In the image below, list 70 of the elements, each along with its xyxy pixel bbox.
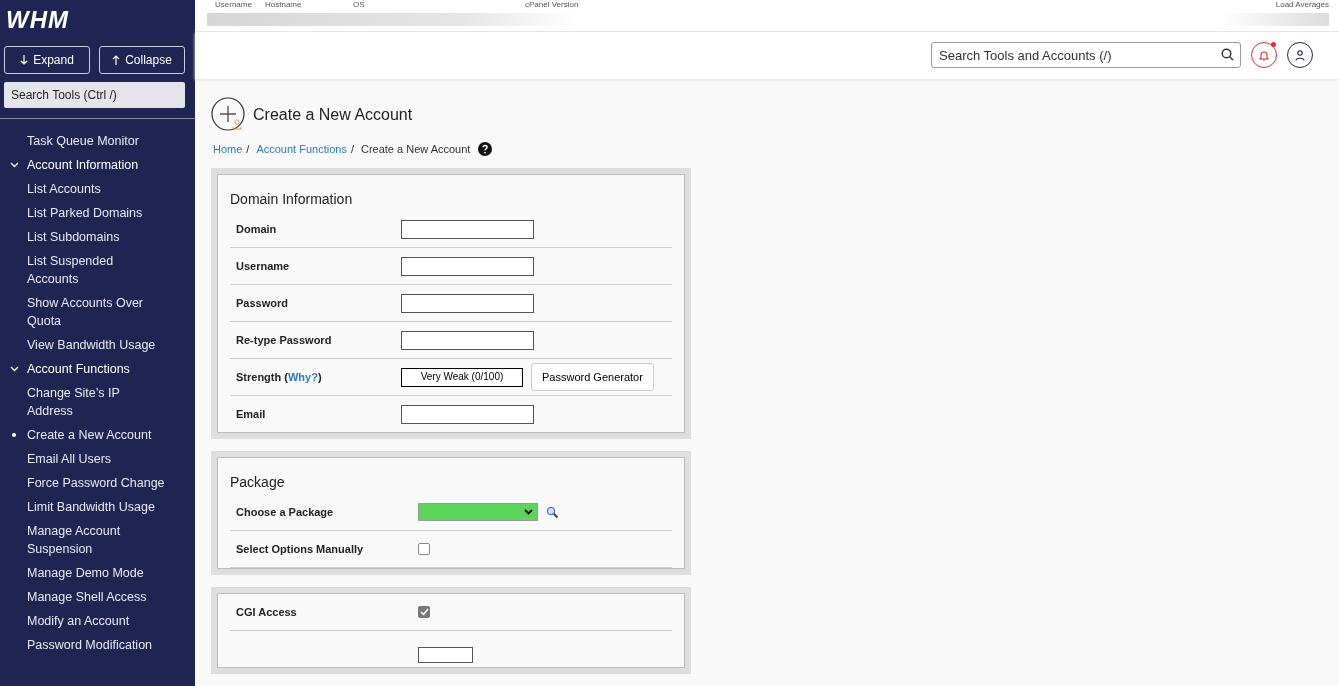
nav-item[interactable]: Create a New Account (0, 423, 175, 447)
nav-item[interactable]: Password Modification (0, 633, 175, 657)
field-label: Re-type Password (235, 334, 333, 346)
text-field[interactable] (418, 647, 473, 663)
nav-item[interactable]: List Suspended Accounts (0, 249, 175, 291)
nav-item[interactable]: View Bandwidth Usage (0, 333, 175, 357)
search-icon (1221, 48, 1234, 62)
section-title: Package (230, 474, 286, 490)
user-icon (1295, 49, 1305, 61)
nav-item[interactable]: List Accounts (0, 177, 175, 201)
user-button[interactable] (1287, 42, 1313, 69)
section-title: Domain Information (230, 191, 354, 207)
nav-group[interactable]: Account Functions (0, 357, 195, 381)
nav-item[interactable]: List Parked Domains (0, 201, 175, 225)
checkbox[interactable] (418, 543, 430, 555)
info-label: Username (215, 0, 252, 9)
field-label: Username (235, 260, 291, 272)
field-label: CGI Access (235, 606, 298, 618)
arrow-up-icon (112, 55, 121, 65)
password-generator-button[interactable]: Password Generator (531, 363, 654, 391)
breadcrumb-link[interactable]: Account Functions (256, 143, 347, 155)
field-label: Email (235, 408, 267, 420)
nav-item[interactable]: Force Password Change (0, 471, 175, 495)
field-label: Select Options Manually (235, 543, 365, 555)
text-field[interactable] (401, 293, 534, 313)
search-field[interactable]: Search Tools and Accounts (/) (931, 42, 1241, 69)
nav-item[interactable]: Modify an Account (0, 609, 175, 633)
field-label: Choose a Package (235, 506, 335, 518)
info-label: Hostname (265, 0, 302, 9)
nav-item[interactable]: Email All Users (0, 447, 175, 471)
search-field[interactable]: Search Tools (Ctrl /) (4, 82, 185, 108)
nav-item[interactable]: Manage Shell Access (0, 585, 175, 609)
magnifier-icon[interactable] (546, 505, 559, 519)
nav-group-label: Account Functions (27, 361, 130, 378)
breadcrumb-separator: / (350, 143, 354, 155)
field-label: Domain (235, 223, 278, 235)
nav-item[interactable]: Manage Demo Mode (0, 561, 175, 585)
text-field[interactable] (401, 404, 534, 424)
field-label: Password (235, 297, 289, 309)
bell-icon (1259, 49, 1269, 61)
info-label: OS (353, 0, 365, 9)
strength-meter: Very Weak (0/100) (401, 367, 523, 387)
expand-button[interactable]: Expand (4, 46, 90, 74)
breadcrumb-link[interactable]: Home (213, 143, 243, 155)
nav-item[interactable]: Task Queue Monitor (0, 129, 175, 153)
nav-group[interactable]: Account Information (0, 153, 195, 177)
breadcrumb-current: Create a New Account (360, 143, 471, 155)
info-label: Load Averages (1275, 0, 1329, 9)
nav-item[interactable]: List Subdomains (0, 225, 175, 249)
notifications-button[interactable] (1251, 42, 1277, 69)
field-label: Strength (Why?) (235, 371, 323, 383)
text-field[interactable] (401, 219, 534, 239)
nav-item[interactable]: Show Accounts Over Quota (0, 291, 175, 333)
text-field[interactable] (401, 256, 534, 276)
nav-item[interactable]: Change Site’s IP Address (0, 381, 175, 423)
page-title: Create a New Account (253, 106, 413, 124)
text-field[interactable] (401, 330, 534, 350)
nav-item[interactable]: Manage Account Suspension (0, 519, 175, 561)
info-label: cPanel Version (525, 0, 579, 9)
logo: WHM (5, 5, 70, 35)
help-icon[interactable] (478, 142, 493, 156)
add-account-icon (211, 97, 247, 133)
arrow-down-icon (20, 55, 29, 65)
nav-item[interactable]: Limit Bandwidth Usage (0, 495, 175, 519)
collapse-button[interactable]: Collapse (99, 46, 185, 74)
nav-group-label: Account Information (27, 157, 139, 174)
why-link[interactable]: Why? (287, 371, 318, 383)
chevron-icon (524, 509, 533, 515)
checkbox[interactable] (418, 606, 430, 618)
breadcrumb-separator: / (246, 143, 250, 155)
